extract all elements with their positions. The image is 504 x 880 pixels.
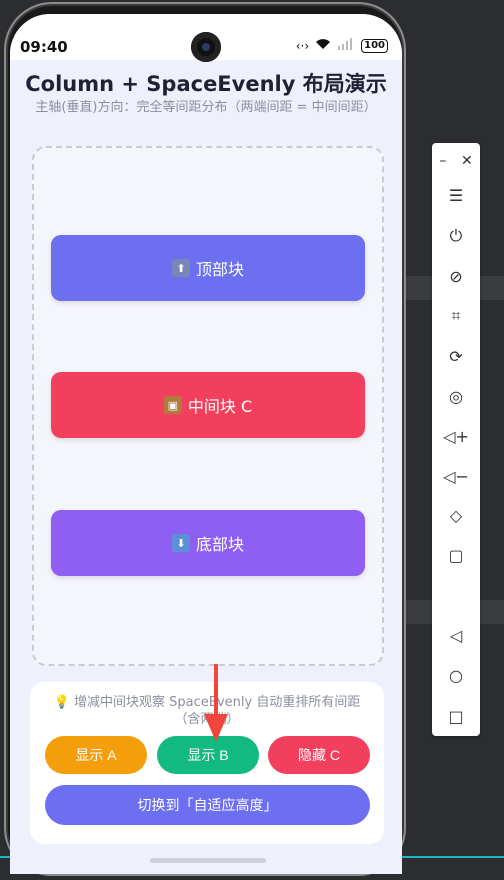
pointer-arrow-icon [204,664,228,742]
wifi-icon [315,38,331,53]
recent-apps-icon[interactable]: □ [446,706,466,726]
close-icon[interactable]: ✕ [461,153,473,169]
rotate-device-icon[interactable]: ◇ [446,505,466,525]
hide-c-button[interactable]: 隐藏 C [268,736,370,774]
status-icons: ‹·› 100 [296,38,388,53]
page-subtitle: 主轴(垂直)方向：完全等间距分布（两端间距 = 中间间距） [35,100,377,115]
minimize-icon[interactable]: – [439,153,446,169]
status-bar: 09:40 ‹·› 100 [10,14,402,62]
signal-icon [337,38,355,53]
top-block-label: 顶部块 [195,260,244,279]
show-a-button[interactable]: 显示 A [45,736,147,774]
menu-icon[interactable]: ☰ [446,185,466,205]
column-container: ⬆ 顶部块 ▣ 中间块 C ⬇ 底部块 [32,146,384,666]
top-icon: ⬆ [171,259,190,277]
bottom-block-label: 底部块 [195,535,244,554]
camera-cutout [191,32,221,62]
down-arrow-icon: ⬇ [171,534,190,552]
phone-screen: 09:40 ‹·› 100 Column + SpaceEvenly 布局演示 … [10,14,402,874]
data-transfer-icon: ‹·› [295,38,310,53]
volume-down-icon[interactable]: ◁− [443,466,469,486]
record-icon[interactable]: ◎ [446,386,466,406]
screen-icon[interactable]: ▢ [446,545,466,565]
package-icon: ▣ [163,396,182,414]
power-icon[interactable]: ⏻ [446,226,466,246]
status-time: 09:40 [20,38,68,56]
battery-icon: 100 [361,38,388,53]
switch-mode-button[interactable]: 切换到「自适应高度」 [45,785,370,825]
emulator-toolbar: – ✕ ☰ ⏻ ⊘ ⌗ ⟳ ◎ ◁+ ◁− ◇ ▢ ◁ ○ □ [432,143,480,736]
rotate-icon[interactable]: ⟳ [446,346,466,366]
toolbar-window-controls: – ✕ [432,153,480,169]
volume-up-icon[interactable]: ◁+ [443,426,469,446]
top-block: ⬆ 顶部块 [51,235,365,301]
no-touch-icon[interactable]: ⊘ [446,266,466,286]
middle-block-label: 中间块 C [187,397,253,416]
phone-frame: 09:40 ‹·› 100 Column + SpaceEvenly 布局演示 … [4,2,406,876]
home-indicator[interactable] [150,858,266,863]
crop-icon[interactable]: ⌗ [446,306,466,326]
back-icon[interactable]: ◁ [446,625,466,645]
page-title: Column + SpaceEvenly 布局演示 [25,72,387,96]
lightbulb-icon: 💡 [53,695,70,710]
middle-block: ▣ 中间块 C [51,372,365,438]
bottom-block: ⬇ 底部块 [51,510,365,576]
home-icon[interactable]: ○ [446,665,466,685]
